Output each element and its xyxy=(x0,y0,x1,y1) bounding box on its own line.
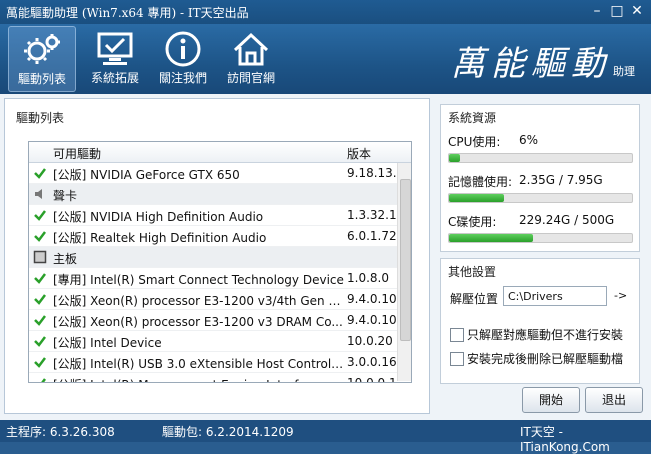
cpu-progress-bar xyxy=(448,153,633,163)
driver-name: [公版] Intel(R) Management Engine Interfac… xyxy=(53,376,345,382)
check-icon xyxy=(33,229,47,243)
settings-title: 其他設置 xyxy=(448,265,497,279)
driver-name: [公版] Realtek High Definition Audio xyxy=(53,231,267,245)
brand-subtitle: 助理 xyxy=(613,65,635,78)
check-icon xyxy=(33,271,47,285)
memory-label: 記憶體使用: xyxy=(448,175,513,189)
extract-path-input[interactable]: C:\Drivers xyxy=(503,286,607,306)
home-icon xyxy=(233,32,269,66)
driver-row[interactable]: [公版] Intel Device 10.0.20 xyxy=(29,331,397,352)
driver-version: 9.4.0.100 xyxy=(347,313,397,327)
cpu-progress-fill xyxy=(449,154,460,162)
driver-list-title: 驅動列表 xyxy=(16,111,65,125)
window-title: 萬能驅動助理 (Win7.x64 專用) - IT天空出品 xyxy=(6,6,249,20)
memory-progress-bar xyxy=(448,193,633,203)
extract-path-label: 解壓位置 xyxy=(450,292,499,306)
browse-arrow[interactable]: -> xyxy=(614,289,627,302)
disk-progress-fill xyxy=(449,234,534,242)
vertical-scrollbar[interactable] xyxy=(397,163,411,381)
driver-version: 10.0.0.12 xyxy=(347,376,397,383)
column-header-version[interactable]: 版本 xyxy=(347,145,371,162)
driver-name: [公版] Intel(R) USB 3.0 eXtensible Host Co… xyxy=(53,357,345,371)
driver-row[interactable]: [公版] Realtek High Definition Audio 6.0.1.… xyxy=(29,226,397,247)
driver-name: [公版] NVIDIA GeForce GTX 650 xyxy=(53,168,240,182)
system-resources-title: 系統資源 xyxy=(448,111,497,125)
driver-version: 3.0.0.16 xyxy=(347,355,397,369)
driver-version: 9.18.13.0 xyxy=(347,166,397,180)
toolbar: 驅動列表 系統拓展 關注我們 訪問官網 萬能驅動 助理 xyxy=(0,24,651,94)
toolbar-website-button[interactable]: 訪問官網 xyxy=(218,26,284,90)
scrollbar-thumb[interactable] xyxy=(400,179,411,341)
driver-version: 1.3.32.1 xyxy=(347,208,397,222)
delete-after-install-checkbox[interactable] xyxy=(450,352,464,366)
brand-logo: 萬能驅動 助理 xyxy=(451,36,635,85)
check-icon xyxy=(33,208,47,222)
toolbar-follow-us-button[interactable]: 關注我們 xyxy=(150,26,216,90)
driver-row[interactable]: [公版] Intel(R) Management Engine Interfac… xyxy=(29,373,397,383)
category-row: 主板 xyxy=(29,247,397,268)
driver-row[interactable]: [公版] Intel(R) USB 3.0 eXtensible Host Co… xyxy=(29,352,397,373)
driver-name: [公版] NVIDIA High Definition Audio xyxy=(53,210,264,224)
driver-version: 6.0.1.724 xyxy=(347,229,397,243)
gears-icon xyxy=(24,34,60,64)
disk-progress-bar xyxy=(448,233,633,243)
check-icon xyxy=(33,355,47,369)
exit-button[interactable]: 退出 xyxy=(585,387,643,413)
chip-icon xyxy=(33,250,47,264)
driver-row[interactable]: [專用] Intel(R) Smart Connect Technology D… xyxy=(29,268,397,289)
category-name: 主板 xyxy=(53,252,78,266)
driver-version: 10.0.20 xyxy=(347,334,393,348)
driver-row[interactable]: [公版] NVIDIA GeForce GTX 650 9.18.13.0 xyxy=(29,163,397,184)
extract-only-label[interactable]: 只解壓對應驅動但不進行安裝 xyxy=(467,326,623,343)
main-program-version: 主程序: 6.3.26.308 xyxy=(6,425,115,439)
extract-only-checkbox[interactable] xyxy=(450,328,464,342)
driver-name: [公版] Intel Device xyxy=(53,336,162,350)
disk-value: 229.24G / 500G xyxy=(519,213,615,227)
info-icon xyxy=(165,31,201,67)
speaker-icon xyxy=(33,187,47,201)
toolbar-system-extend-button[interactable]: 系統拓展 xyxy=(82,26,148,90)
driver-version: 9.4.0.100 xyxy=(347,292,397,306)
close-button[interactable]: ✕ xyxy=(626,2,648,20)
website-text: IT天空 - ITianKong.Com xyxy=(520,425,610,454)
driver-row[interactable]: [公版] NVIDIA High Definition Audio 1.3.32.… xyxy=(29,205,397,226)
toolbar-label: 訪問官網 xyxy=(226,71,275,85)
check-icon xyxy=(33,166,47,180)
cpu-label: CPU使用: xyxy=(448,135,501,149)
category-name: 聲卡 xyxy=(53,189,78,203)
disk-label: C碟使用: xyxy=(448,215,497,229)
minimize-button[interactable]: – xyxy=(586,2,608,20)
delete-after-install-label[interactable]: 安裝完成後刪除已解壓驅動檔 xyxy=(467,350,623,367)
status-bar: 主程序: 6.3.26.308 驅動包: 6.2.2014.1209 IT天空 … xyxy=(0,420,651,454)
toolbar-label: 關注我們 xyxy=(158,71,207,85)
check-icon xyxy=(33,292,47,306)
start-button[interactable]: 開始 xyxy=(522,387,580,413)
category-row: 聲卡 xyxy=(29,184,397,205)
check-icon xyxy=(33,313,47,327)
cpu-value: 6% xyxy=(519,133,539,147)
toolbar-label: 系統拓展 xyxy=(90,71,139,85)
toolbar-driver-list-button[interactable]: 驅動列表 xyxy=(8,26,76,92)
driver-list[interactable]: 可用驅動 版本 [公版] NVIDIA GeForce GTX 650 9.18.… xyxy=(28,141,412,383)
driver-row[interactable]: [公版] Xeon(R) processor E3-1200 v3 DRAM C… xyxy=(29,310,397,331)
list-header: 可用驅動 版本 xyxy=(29,142,411,163)
check-icon xyxy=(33,376,47,382)
driver-pack-version: 驅動包: 6.2.2014.1209 xyxy=(162,425,294,439)
check-icon xyxy=(33,334,47,348)
memory-progress-fill xyxy=(449,194,504,202)
list-rows: [公版] NVIDIA GeForce GTX 650 9.18.13.0 聲卡 [公… xyxy=(29,163,397,383)
memory-value: 2.35G / 7.95G xyxy=(519,173,603,187)
monitor-check-icon xyxy=(97,32,133,65)
column-header-name[interactable]: 可用驅動 xyxy=(53,145,101,162)
driver-row[interactable]: [公版] Xeon(R) processor E3-1200 v3/4th Ge… xyxy=(29,289,397,310)
toolbar-label: 驅動列表 xyxy=(17,72,66,86)
title-bar: 萬能驅動助理 (Win7.x64 專用) - IT天空出品 – □ ✕ xyxy=(0,0,651,24)
driver-version: 1.0.8.0 xyxy=(347,271,389,285)
driver-name: [公版] Xeon(R) processor E3-1200 v3/4th Ge… xyxy=(53,294,345,308)
app-window: 萬能驅動助理 (Win7.x64 專用) - IT天空出品 – □ ✕ 驅動列表 xyxy=(0,0,651,454)
brand-title: 萬能驅動 xyxy=(451,44,611,84)
maximize-button[interactable]: □ xyxy=(606,2,628,20)
driver-name: [專用] Intel(R) Smart Connect Technology D… xyxy=(53,273,344,287)
driver-name: [公版] Xeon(R) processor E3-1200 v3 DRAM C… xyxy=(53,315,343,329)
